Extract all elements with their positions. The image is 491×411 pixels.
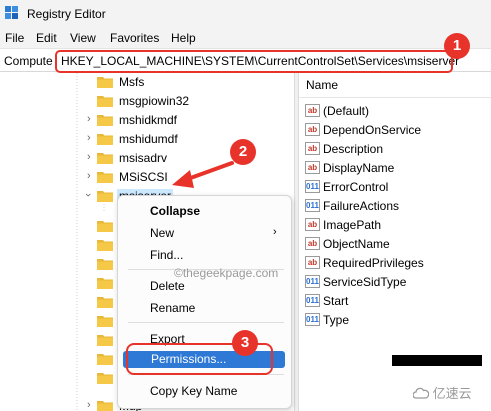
cloud-icon	[412, 387, 430, 399]
site-logo-text: 亿速云	[432, 386, 472, 401]
watermark: ©thegeekpage.com	[174, 266, 279, 280]
step-badge-2: 2	[230, 139, 256, 165]
redaction-bar	[392, 355, 482, 366]
step-badge-3: 3	[232, 330, 258, 356]
site-logo: 亿速云	[412, 383, 472, 402]
step-badge-1: 1	[444, 33, 470, 59]
